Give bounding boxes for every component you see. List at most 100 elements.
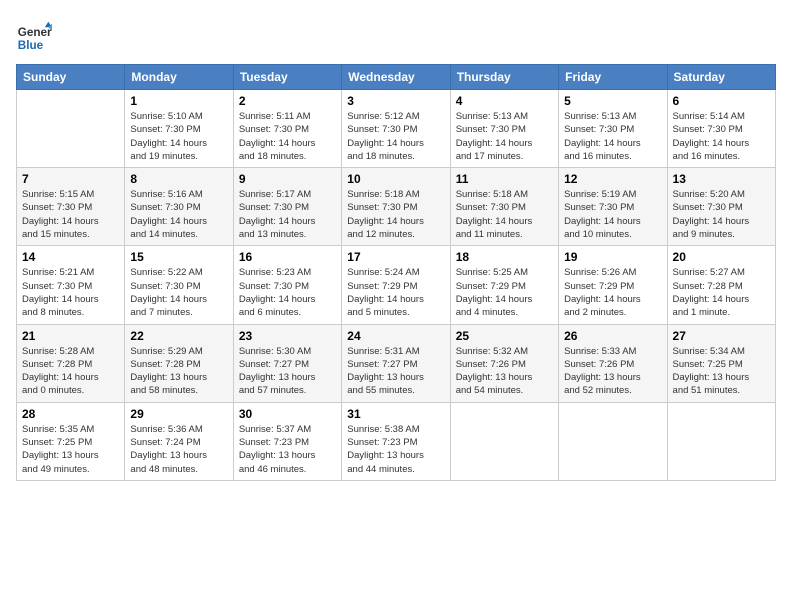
day-number: 21 <box>22 329 119 343</box>
calendar-cell: 26 Sunrise: 5:33 AM Sunset: 7:26 PM Dayli… <box>559 324 667 402</box>
day-info: Sunrise: 5:16 AM Sunset: 7:30 PM Dayligh… <box>130 188 227 241</box>
col-header-saturday: Saturday <box>667 65 775 90</box>
svg-text:Blue: Blue <box>18 39 44 52</box>
day-info: Sunrise: 5:10 AM Sunset: 7:30 PM Dayligh… <box>130 110 227 163</box>
day-info: Sunrise: 5:30 AM Sunset: 7:27 PM Dayligh… <box>239 345 336 398</box>
day-info: Sunrise: 5:35 AM Sunset: 7:25 PM Dayligh… <box>22 423 119 476</box>
day-info: Sunrise: 5:37 AM Sunset: 7:23 PM Dayligh… <box>239 423 336 476</box>
col-header-friday: Friday <box>559 65 667 90</box>
calendar-cell <box>667 402 775 480</box>
day-info: Sunrise: 5:13 AM Sunset: 7:30 PM Dayligh… <box>564 110 661 163</box>
day-number: 6 <box>673 94 770 108</box>
day-number: 23 <box>239 329 336 343</box>
day-number: 18 <box>456 250 553 264</box>
day-info: Sunrise: 5:31 AM Sunset: 7:27 PM Dayligh… <box>347 345 444 398</box>
day-info: Sunrise: 5:34 AM Sunset: 7:25 PM Dayligh… <box>673 345 770 398</box>
calendar-cell: 21 Sunrise: 5:28 AM Sunset: 7:28 PM Dayli… <box>17 324 125 402</box>
day-info: Sunrise: 5:36 AM Sunset: 7:24 PM Dayligh… <box>130 423 227 476</box>
calendar-cell: 28 Sunrise: 5:35 AM Sunset: 7:25 PM Dayli… <box>17 402 125 480</box>
day-number: 9 <box>239 172 336 186</box>
calendar-table: SundayMondayTuesdayWednesdayThursdayFrid… <box>16 64 776 481</box>
day-info: Sunrise: 5:29 AM Sunset: 7:28 PM Dayligh… <box>130 345 227 398</box>
calendar-cell: 12 Sunrise: 5:19 AM Sunset: 7:30 PM Dayli… <box>559 168 667 246</box>
day-number: 30 <box>239 407 336 421</box>
calendar-cell: 25Sunrise: 5:32 AM Sunset: 7:26 PM Dayli… <box>450 324 558 402</box>
day-number: 1 <box>130 94 227 108</box>
col-header-sunday: Sunday <box>17 65 125 90</box>
calendar-cell <box>17 90 125 168</box>
calendar-cell: 5 Sunrise: 5:13 AM Sunset: 7:30 PM Daylig… <box>559 90 667 168</box>
calendar-cell: 9 Sunrise: 5:17 AM Sunset: 7:30 PM Daylig… <box>233 168 341 246</box>
calendar-cell: 7 Sunrise: 5:15 AM Sunset: 7:30 PM Daylig… <box>17 168 125 246</box>
day-info: Sunrise: 5:13 AM Sunset: 7:30 PM Dayligh… <box>456 110 553 163</box>
calendar-cell <box>450 402 558 480</box>
day-info: Sunrise: 5:19 AM Sunset: 7:30 PM Dayligh… <box>564 188 661 241</box>
calendar-cell: 17 Sunrise: 5:24 AM Sunset: 7:29 PM Dayli… <box>342 246 450 324</box>
day-info: Sunrise: 5:18 AM Sunset: 7:30 PM Dayligh… <box>456 188 553 241</box>
day-number: 31 <box>347 407 444 421</box>
day-info: Sunrise: 5:24 AM Sunset: 7:29 PM Dayligh… <box>347 266 444 319</box>
day-info: Sunrise: 5:33 AM Sunset: 7:26 PM Dayligh… <box>564 345 661 398</box>
calendar-cell: 23 Sunrise: 5:30 AM Sunset: 7:27 PM Dayli… <box>233 324 341 402</box>
calendar-cell: 10 Sunrise: 5:18 AM Sunset: 7:30 PM Dayli… <box>342 168 450 246</box>
calendar-cell: 30 Sunrise: 5:37 AM Sunset: 7:23 PM Dayli… <box>233 402 341 480</box>
day-number: 26 <box>564 329 661 343</box>
day-number: 2 <box>239 94 336 108</box>
col-header-tuesday: Tuesday <box>233 65 341 90</box>
calendar-cell: 29 Sunrise: 5:36 AM Sunset: 7:24 PM Dayli… <box>125 402 233 480</box>
calendar-cell: 4 Sunrise: 5:13 AM Sunset: 7:30 PM Daylig… <box>450 90 558 168</box>
day-info: Sunrise: 5:28 AM Sunset: 7:28 PM Dayligh… <box>22 345 119 398</box>
day-info: Sunrise: 5:23 AM Sunset: 7:30 PM Dayligh… <box>239 266 336 319</box>
day-number: 29 <box>130 407 227 421</box>
day-info: Sunrise: 5:17 AM Sunset: 7:30 PM Dayligh… <box>239 188 336 241</box>
calendar-cell: 18 Sunrise: 5:25 AM Sunset: 7:29 PM Dayli… <box>450 246 558 324</box>
day-number: 17 <box>347 250 444 264</box>
day-number: 10 <box>347 172 444 186</box>
day-number: 8 <box>130 172 227 186</box>
calendar-cell: 19 Sunrise: 5:26 AM Sunset: 7:29 PM Dayli… <box>559 246 667 324</box>
day-number: 14 <box>22 250 119 264</box>
calendar-cell: 3Sunrise: 5:12 AM Sunset: 7:30 PM Daylig… <box>342 90 450 168</box>
day-number: 13 <box>673 172 770 186</box>
day-number: 19 <box>564 250 661 264</box>
calendar-cell: 14Sunrise: 5:21 AM Sunset: 7:30 PM Dayli… <box>17 246 125 324</box>
col-header-thursday: Thursday <box>450 65 558 90</box>
day-info: Sunrise: 5:18 AM Sunset: 7:30 PM Dayligh… <box>347 188 444 241</box>
calendar-cell: 1 Sunrise: 5:10 AM Sunset: 7:30 PM Daylig… <box>125 90 233 168</box>
calendar-cell: 8 Sunrise: 5:16 AM Sunset: 7:30 PM Daylig… <box>125 168 233 246</box>
day-number: 12 <box>564 172 661 186</box>
calendar-cell: 20 Sunrise: 5:27 AM Sunset: 7:28 PM Dayli… <box>667 246 775 324</box>
logo: General Blue <box>16 20 56 56</box>
day-info: Sunrise: 5:38 AM Sunset: 7:23 PM Dayligh… <box>347 423 444 476</box>
day-info: Sunrise: 5:27 AM Sunset: 7:28 PM Dayligh… <box>673 266 770 319</box>
day-info: Sunrise: 5:20 AM Sunset: 7:30 PM Dayligh… <box>673 188 770 241</box>
svg-text:General: General <box>18 26 52 39</box>
logo-icon: General Blue <box>16 20 52 56</box>
day-number: 28 <box>22 407 119 421</box>
col-header-monday: Monday <box>125 65 233 90</box>
day-info: Sunrise: 5:11 AM Sunset: 7:30 PM Dayligh… <box>239 110 336 163</box>
calendar-cell: 22 Sunrise: 5:29 AM Sunset: 7:28 PM Dayli… <box>125 324 233 402</box>
day-info: Sunrise: 5:15 AM Sunset: 7:30 PM Dayligh… <box>22 188 119 241</box>
day-number: 4 <box>456 94 553 108</box>
calendar-cell: 13 Sunrise: 5:20 AM Sunset: 7:30 PM Dayli… <box>667 168 775 246</box>
day-number: 22 <box>130 329 227 343</box>
day-number: 24 <box>347 329 444 343</box>
calendar-cell: 16Sunrise: 5:23 AM Sunset: 7:30 PM Dayli… <box>233 246 341 324</box>
calendar-cell <box>559 402 667 480</box>
day-info: Sunrise: 5:26 AM Sunset: 7:29 PM Dayligh… <box>564 266 661 319</box>
calendar-cell: 24 Sunrise: 5:31 AM Sunset: 7:27 PM Dayli… <box>342 324 450 402</box>
day-number: 7 <box>22 172 119 186</box>
day-info: Sunrise: 5:25 AM Sunset: 7:29 PM Dayligh… <box>456 266 553 319</box>
page-header: General Blue <box>16 16 776 56</box>
day-info: Sunrise: 5:22 AM Sunset: 7:30 PM Dayligh… <box>130 266 227 319</box>
day-number: 5 <box>564 94 661 108</box>
col-header-wednesday: Wednesday <box>342 65 450 90</box>
day-info: Sunrise: 5:32 AM Sunset: 7:26 PM Dayligh… <box>456 345 553 398</box>
day-number: 27 <box>673 329 770 343</box>
calendar-cell: 31 Sunrise: 5:38 AM Sunset: 7:23 PM Dayli… <box>342 402 450 480</box>
calendar-cell: 6Sunrise: 5:14 AM Sunset: 7:30 PM Daylig… <box>667 90 775 168</box>
calendar-cell: 2 Sunrise: 5:11 AM Sunset: 7:30 PM Daylig… <box>233 90 341 168</box>
day-number: 20 <box>673 250 770 264</box>
day-number: 11 <box>456 172 553 186</box>
